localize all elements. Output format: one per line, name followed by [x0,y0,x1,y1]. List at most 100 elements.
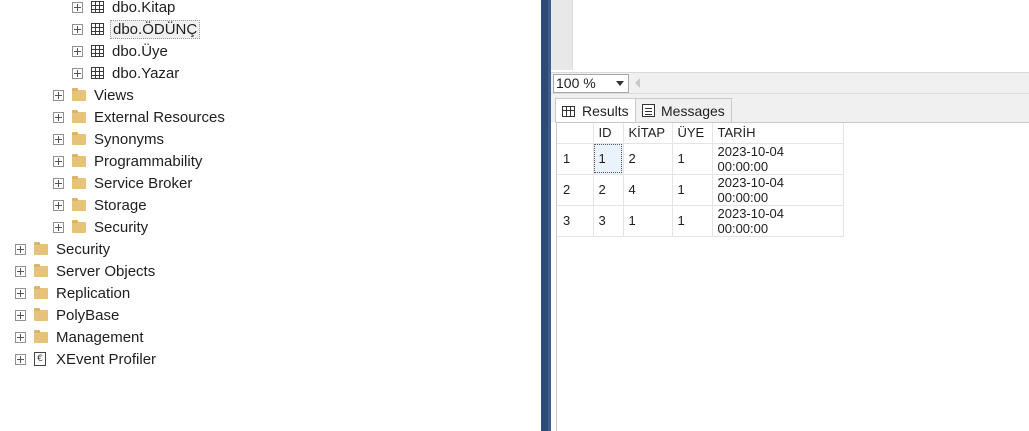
tree-node-table-kitap[interactable]: dbo.Kitap [72,0,177,18]
column-header-id[interactable]: ID [593,123,624,144]
expand-icon[interactable] [15,353,26,365]
chevron-down-icon [616,81,624,86]
tree-node-programmability[interactable]: Programmability [53,150,204,172]
editor-vertical-scrollbar[interactable] [551,0,573,70]
table-row[interactable]: 1 1 2 1 2023-10-04 00:00:00 [557,143,844,175]
expand-icon[interactable] [15,309,26,321]
grid-cell-uye[interactable]: 1 [672,143,713,175]
expand-icon[interactable] [53,111,64,123]
expand-icon[interactable] [53,199,64,211]
zoom-value: 100 % [556,75,596,91]
expand-icon[interactable] [15,287,26,299]
table-icon [91,67,104,79]
tree-node-label: Views [94,86,134,104]
folder-icon [72,219,86,233]
scroll-left-icon[interactable] [635,78,640,88]
row-number[interactable]: 2 [557,174,594,206]
table-row[interactable]: 3 3 1 1 2023-10-04 00:00:00 [557,205,844,237]
expand-icon[interactable] [53,155,64,167]
expand-icon[interactable] [53,133,64,145]
table-icon [91,45,104,57]
table-row[interactable]: 2 2 4 1 2023-10-04 00:00:00 [557,174,844,206]
expand-icon[interactable] [53,89,64,101]
grid-cell-kitap[interactable]: 4 [623,174,673,206]
table-icon [91,23,104,35]
results-tab-strip: Results Messages [551,94,1029,123]
tree-node-label: External Resources [94,108,225,126]
editor-status-strip: 100 % [551,72,1029,94]
tab-results[interactable]: Results [555,98,636,123]
grid-cell-kitap[interactable]: 2 [623,143,673,175]
grid-cell-id[interactable]: 2 [593,174,624,206]
tree-node-label: dbo.Kitap [112,0,176,16]
tree-node-service-broker[interactable]: Service Broker [53,172,194,194]
tab-messages[interactable]: Messages [635,98,732,122]
tab-messages-label: Messages [661,102,725,119]
grid-cell-kitap[interactable]: 1 [623,205,673,237]
messages-icon [642,104,655,117]
tab-results-label: Results [582,103,629,119]
tree-node-label: Storage [94,196,147,214]
folder-icon [72,131,86,145]
grid-cell-tarih[interactable]: 2023-10-04 00:00:00 [712,143,844,175]
tree-node-replication[interactable]: Replication [15,282,132,304]
grid-cell-uye[interactable]: 1 [672,205,713,237]
folder-icon [34,241,48,255]
tree-node-label: Service Broker [94,174,193,192]
grid-cell-uye[interactable]: 1 [672,174,713,206]
expand-icon[interactable] [72,1,83,13]
column-header-kitap[interactable]: KİTAP [623,123,673,144]
zoom-dropdown[interactable]: 100 % [553,74,629,93]
pane-splitter[interactable] [541,0,551,431]
folder-icon [72,197,86,211]
tree-node-table-yazar[interactable]: dbo.Yazar [72,62,181,84]
tree-node-polybase[interactable]: PolyBase [15,304,121,326]
results-grid[interactable]: ID KİTAP ÜYE TARİH 1 1 2 1 2023-10-04 00… [557,123,844,237]
tree-node-label: Server Objects [56,262,156,280]
grid-header-row: ID KİTAP ÜYE TARİH [557,123,844,144]
tree-node-views[interactable]: Views [53,84,136,106]
tree-node-table-odunc[interactable]: dbo.ÖDÜNÇ [72,18,201,40]
tree-node-xevent-profiler[interactable]: € XEvent Profiler [15,348,158,370]
column-header-tarih[interactable]: TARİH [712,123,844,144]
expand-icon[interactable] [53,177,64,189]
tree-node-label: dbo.Yazar [112,64,180,82]
grid-cell-id[interactable]: 1 [593,143,624,175]
tree-node-table-uye[interactable]: dbo.Üye [72,40,170,62]
expand-icon[interactable] [72,67,83,79]
folder-icon [72,109,86,123]
grid-cell-tarih[interactable]: 2023-10-04 00:00:00 [712,205,844,237]
folder-icon [72,87,86,101]
tree-node-label: Replication [56,284,131,302]
tree-node-label: Security [56,240,111,258]
folder-icon [72,153,86,167]
grid-cell-tarih[interactable]: 2023-10-04 00:00:00 [712,174,844,206]
tree-node-external-resources[interactable]: External Resources [53,106,227,128]
expand-icon[interactable] [72,45,83,57]
tree-node-db-security[interactable]: Security [53,216,150,238]
folder-icon [34,329,48,343]
tree-node-server-objects[interactable]: Server Objects [15,260,157,282]
tree-node-server-security[interactable]: Security [15,238,112,260]
expand-icon[interactable] [72,23,83,35]
expand-icon[interactable] [53,221,64,233]
row-number[interactable]: 3 [557,205,594,237]
results-grid-pane[interactable]: ID KİTAP ÜYE TARİH 1 1 2 1 2023-10-04 00… [556,122,1029,431]
row-number[interactable]: 1 [557,143,594,175]
expand-icon[interactable] [15,265,26,277]
query-editor[interactable] [573,0,1029,70]
tree-node-management[interactable]: Management [15,326,146,348]
grid-corner-cell[interactable] [557,123,594,144]
folder-icon [34,307,48,321]
tree-node-label: dbo.Üye [112,42,168,60]
tree-node-label: Management [56,328,144,346]
grid-cell-id[interactable]: 3 [593,205,624,237]
column-header-uye[interactable]: ÜYE [672,123,713,144]
folder-icon [34,285,48,299]
folder-icon [72,175,86,189]
expand-icon[interactable] [15,243,26,255]
expand-icon[interactable] [15,331,26,343]
tree-node-label: PolyBase [56,306,120,324]
tree-node-synonyms[interactable]: Synonyms [53,128,166,150]
tree-node-storage[interactable]: Storage [53,194,149,216]
